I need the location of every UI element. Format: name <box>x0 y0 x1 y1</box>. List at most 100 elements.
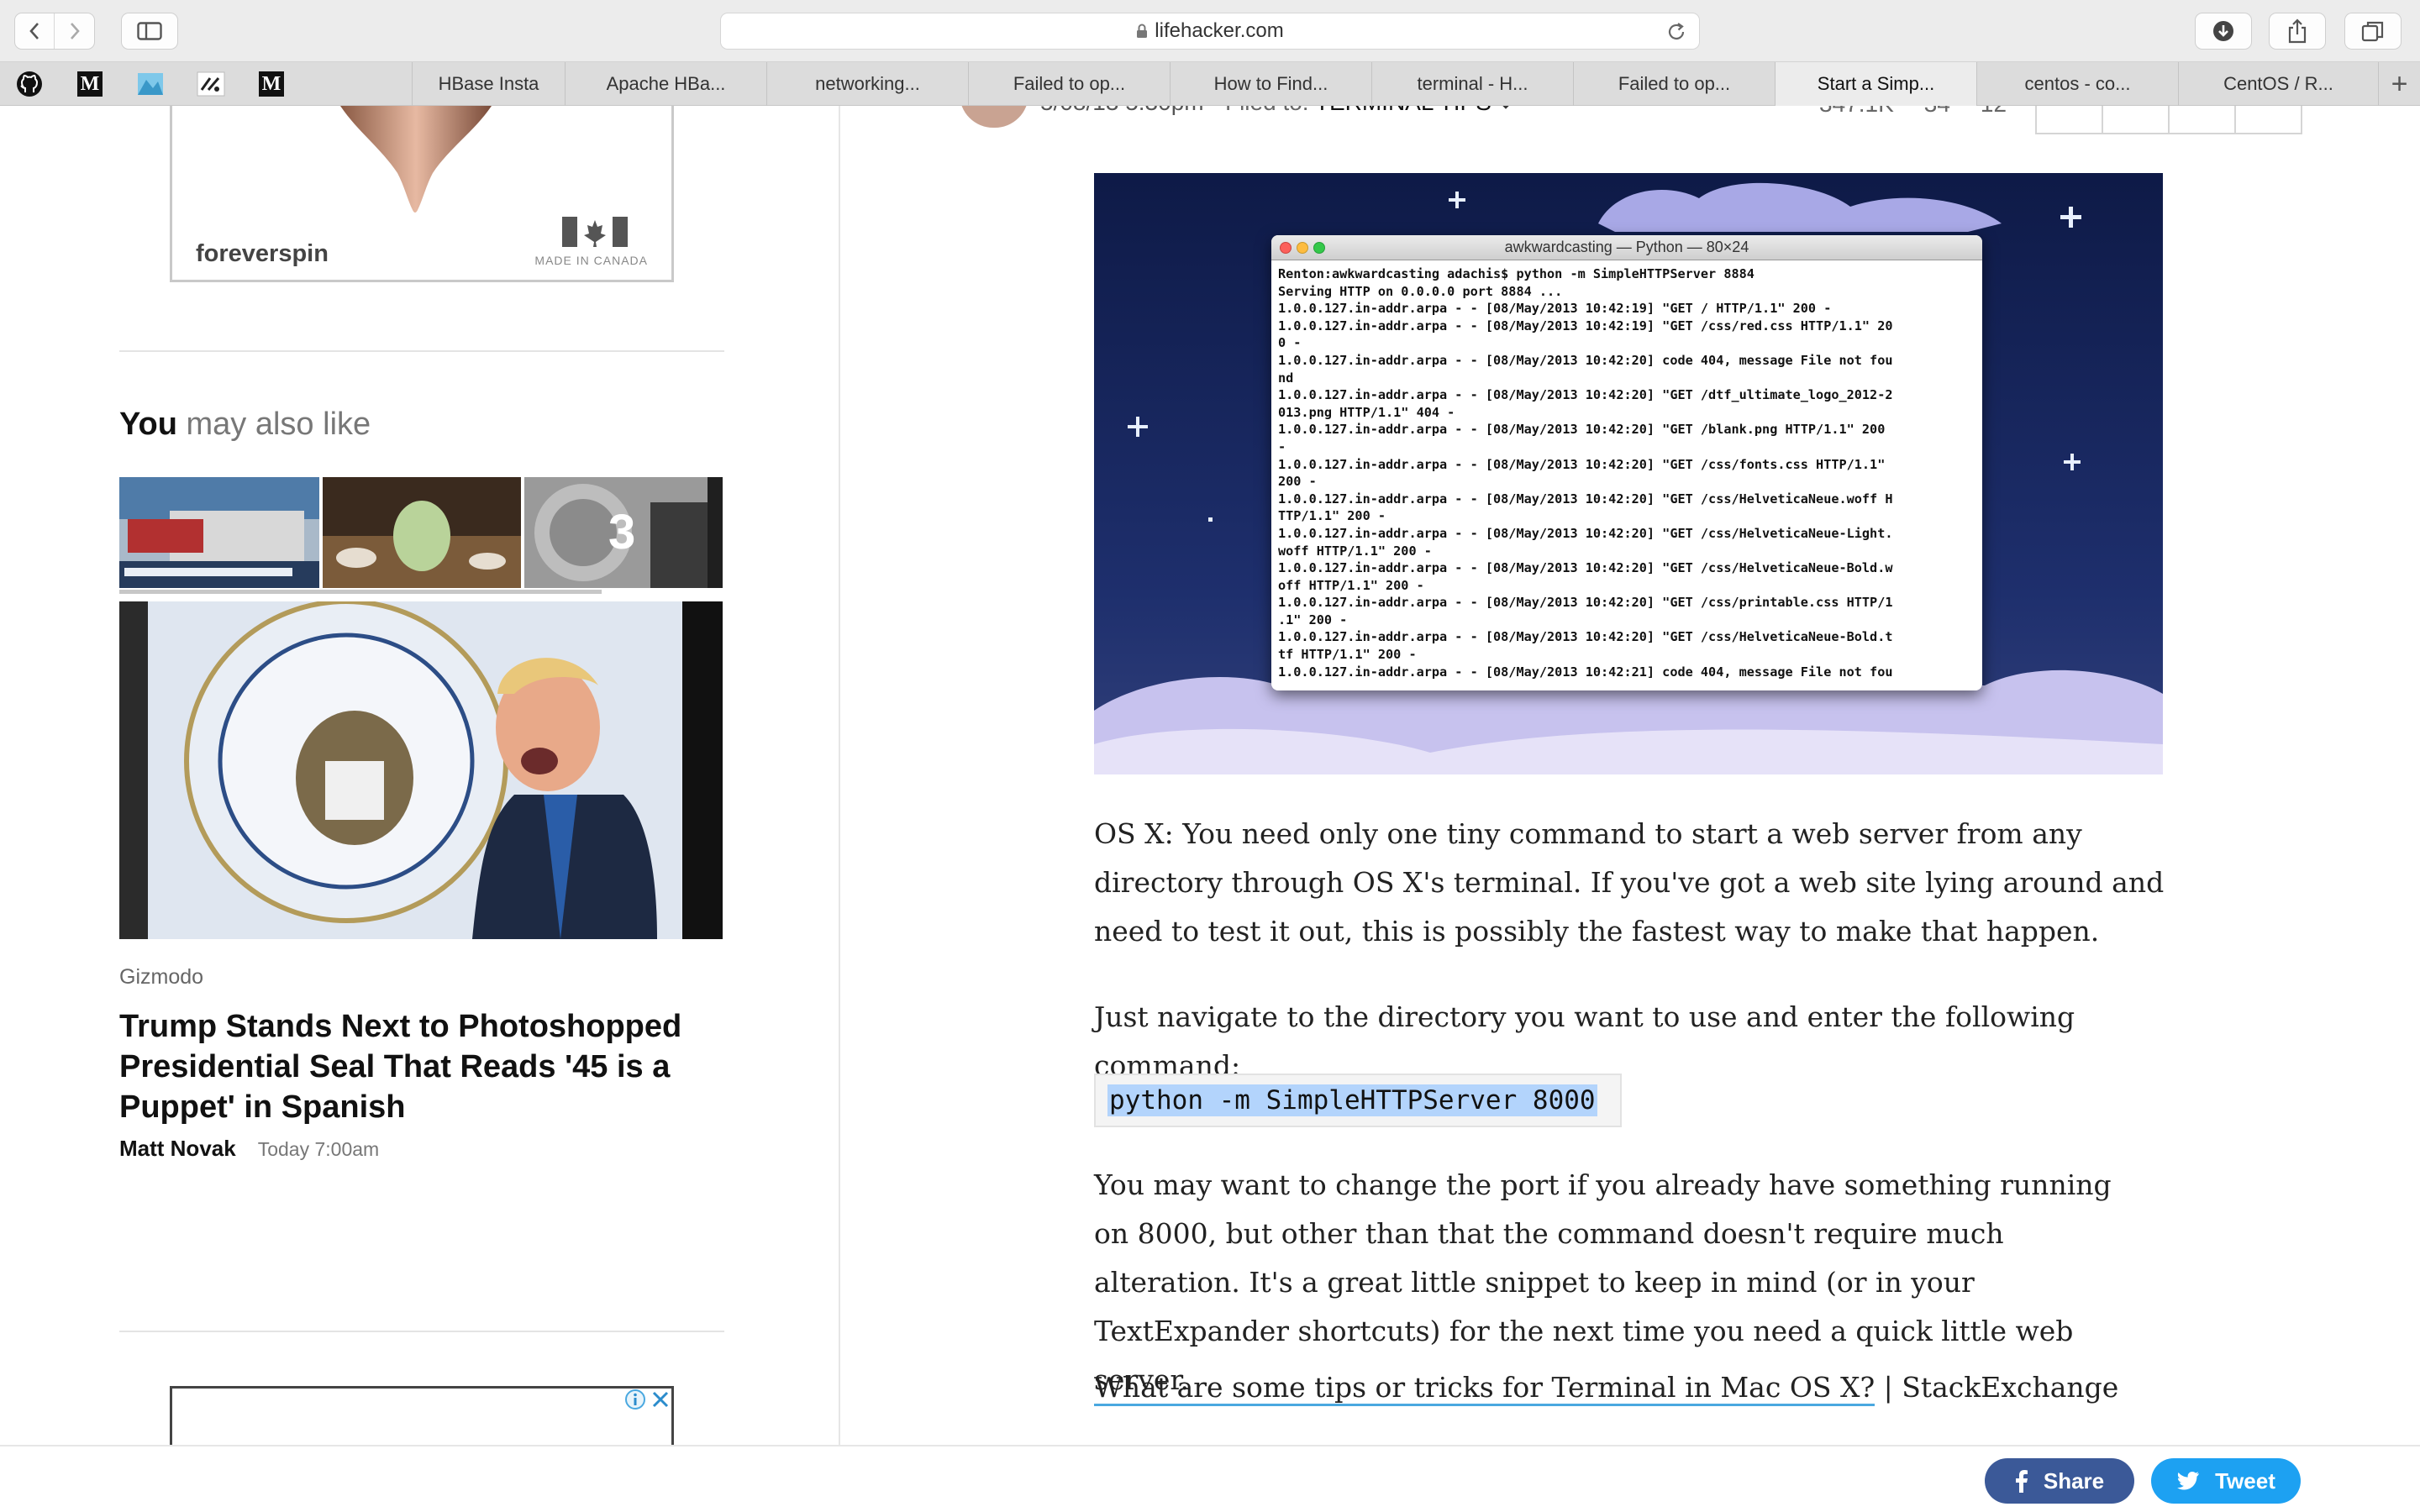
chevron-left-icon <box>29 23 39 39</box>
link-icon <box>197 71 225 97</box>
tab-failed-to-open-1[interactable]: Failed to op... <box>968 62 1170 106</box>
terminal-title: awkwardcasting — Python — 80×24 <box>1504 239 1749 255</box>
tabs-overview-button[interactable] <box>2344 13 2402 50</box>
divider <box>119 350 724 352</box>
featured-image[interactable] <box>119 601 723 939</box>
medium-icon: M <box>77 71 103 97</box>
tab-centos-r[interactable]: CentOS / R... <box>2178 62 2378 106</box>
tab-networking[interactable]: networking... <box>766 62 968 106</box>
tab-label: terminal - H... <box>1417 73 1528 94</box>
forward-button[interactable] <box>55 13 94 49</box>
related-link[interactable]: What are some tips or tricks for Termina… <box>1094 1371 1876 1406</box>
tweet-label: Tweet <box>2215 1467 2275 1494</box>
article-share-buttons <box>2035 106 2302 134</box>
adchoices-icon[interactable] <box>624 1389 646 1410</box>
ad-choices[interactable] <box>624 1389 671 1414</box>
advertisement-bottom[interactable] <box>170 1386 674 1453</box>
thumbnail-2[interactable] <box>323 477 521 588</box>
story-byline: Matt Novak Today 7:00am <box>119 1136 379 1162</box>
filed-label: Filed to: <box>1225 106 1309 115</box>
bullet-separator: • <box>1210 106 1225 115</box>
browser-toolbar: lifehacker.com <box>0 0 2420 62</box>
tab-start-a-simple[interactable]: Start a Simp... <box>1775 62 1976 106</box>
zoom-window-icon <box>1313 242 1325 254</box>
column-divider <box>839 106 840 1445</box>
code-block[interactable]: python -m SimpleHTTPServer 8000 <box>1094 1074 1622 1127</box>
sticky-share-bar: Share Tweet <box>0 1445 2420 1512</box>
code-text[interactable]: python -m SimpleHTTPServer 8000 <box>1107 1084 1597 1116</box>
share-icon <box>2288 18 2307 44</box>
tab-label: HBase Insta <box>438 73 539 94</box>
tab-label: How to Find... <box>1213 73 1328 94</box>
facebook-share-button[interactable] <box>2035 106 2102 134</box>
tab-failed-to-open-2[interactable]: Failed to op... <box>1573 62 1775 106</box>
download-icon <box>2213 21 2233 41</box>
advertisement-top[interactable]: foreverspin MADE IN CANADA <box>170 106 674 282</box>
tab-centos-co[interactable]: centos - co... <box>1976 62 2178 106</box>
story-source[interactable]: Gizmodo <box>119 965 203 990</box>
related-link-line: What are some tips or tricks for Termina… <box>1094 1371 2119 1406</box>
sidebar-toggle-button[interactable] <box>121 13 178 50</box>
story-author[interactable]: Matt Novak <box>119 1136 236 1161</box>
article-stats: 347.1K 34 12 <box>1819 106 2037 118</box>
tab-label: Failed to op... <box>1013 73 1126 94</box>
link-share-button[interactable] <box>2234 106 2302 134</box>
pinned-tab-link[interactable] <box>190 67 232 101</box>
section-title-bold: You <box>119 407 177 442</box>
tab-bar: M M HBase Insta Apache HBa... networking… <box>0 62 2420 106</box>
author-avatar[interactable] <box>960 106 1028 128</box>
tweet-button[interactable]: Tweet <box>2151 1458 2301 1504</box>
tab-terminal[interactable]: terminal - H... <box>1371 62 1573 106</box>
pinned-tab-medium-2[interactable]: M <box>250 67 292 101</box>
share-label: Share <box>2043 1467 2105 1494</box>
article-paragraph-3: You may want to change the port if you a… <box>1094 1168 2112 1396</box>
divider <box>119 1331 724 1332</box>
email-share-button[interactable] <box>2168 106 2234 134</box>
article-category[interactable]: TERMINAL TIPS <box>1315 106 1491 115</box>
thumbnail-progress <box>119 590 602 594</box>
comments-count: 34 <box>1924 106 1950 117</box>
lock-icon <box>1137 24 1148 38</box>
twitter-share-button[interactable] <box>2102 106 2168 134</box>
chevron-down-icon[interactable] <box>1498 106 1513 110</box>
related-link-source: | StackExchange <box>1875 1371 2119 1404</box>
reload-icon[interactable] <box>1665 21 1687 43</box>
thumbnail-1[interactable] <box>119 477 319 588</box>
tab-label: Failed to op... <box>1618 73 1731 94</box>
address-bar[interactable]: lifehacker.com <box>720 13 1700 50</box>
terminal-window: awkwardcasting — Python — 80×24 Renton:a… <box>1271 235 1982 690</box>
tab-apache-hbase[interactable]: Apache HBa... <box>565 62 766 106</box>
article-dateline: 5/08/13 5:30pm • Filed to: TERMINAL TIPS <box>1040 106 1513 116</box>
views-count: 347.1K <box>1819 106 1894 117</box>
sidebar-icon <box>137 22 162 40</box>
tab-hbase-install[interactable]: HBase Insta <box>412 62 565 106</box>
article-paragraph-1: OS X: You need only one tiny command to … <box>1094 817 2165 948</box>
story-time: Today 7:00am <box>257 1138 380 1160</box>
share-toolbar-button[interactable] <box>2269 13 2326 50</box>
section-title: You may also like <box>119 407 371 443</box>
facebook-icon <box>2015 1470 2028 1493</box>
thumbnail-3[interactable]: 3 <box>524 477 723 588</box>
featured-photo <box>119 601 723 939</box>
bookmark-icon <box>138 73 163 95</box>
close-window-icon <box>1280 242 1292 254</box>
pinned-tab-bookmark[interactable] <box>129 67 171 101</box>
shares-count: 12 <box>1981 106 2007 117</box>
web-page: foreverspin MADE IN CANADA You may also … <box>0 106 2420 1512</box>
thumbnail-1-image <box>119 477 319 588</box>
downloads-button[interactable] <box>2195 13 2252 50</box>
canada-flag-icon <box>562 217 628 247</box>
new-tab-button[interactable]: + <box>2378 62 2420 106</box>
facebook-share-button[interactable]: Share <box>1985 1458 2134 1504</box>
story-headline[interactable]: Trump Stands Next to Photoshopped Presid… <box>119 1006 724 1127</box>
close-icon[interactable] <box>650 1389 671 1410</box>
pinned-tab-github[interactable] <box>8 67 50 101</box>
medium-icon: M <box>259 71 284 97</box>
tab-label: CentOS / R... <box>2223 73 2333 94</box>
twitter-icon <box>2177 1472 2200 1490</box>
article-figure[interactable]: awkwardcasting — Python — 80×24 Renton:a… <box>1094 173 2163 774</box>
chevron-right-icon <box>70 23 80 39</box>
back-button[interactable] <box>15 13 55 49</box>
pinned-tab-medium-1[interactable]: M <box>69 67 111 101</box>
tab-how-to-find[interactable]: How to Find... <box>1170 62 1371 106</box>
